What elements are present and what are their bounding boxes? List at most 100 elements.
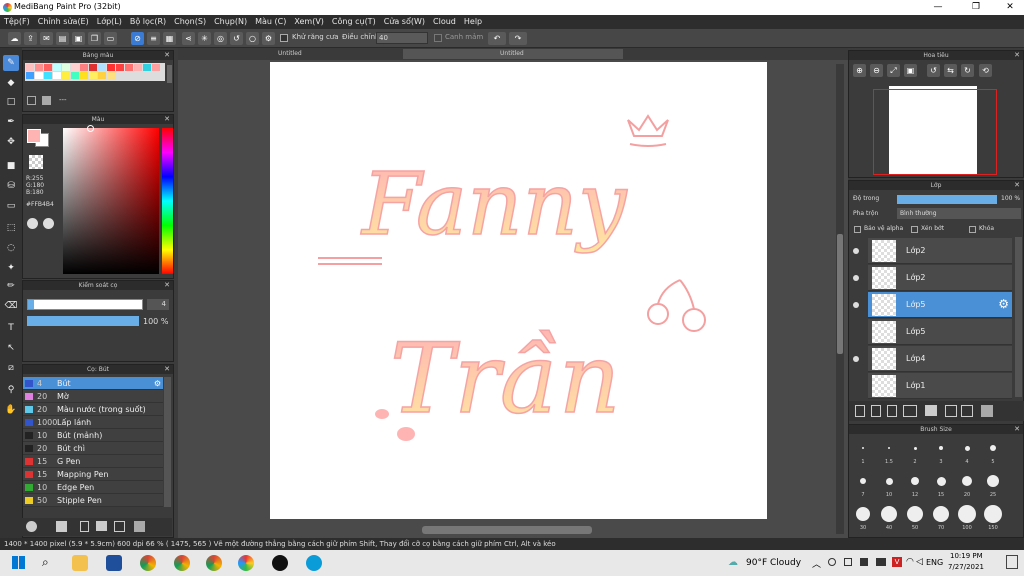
- new-halftone-layer-icon[interactable]: [871, 405, 881, 417]
- brush-size-slider[interactable]: [27, 299, 143, 310]
- clipping-checkbox[interactable]: [911, 226, 918, 233]
- layer-item[interactable]: Lớp4: [853, 346, 1012, 372]
- text-tool-icon[interactable]: T: [3, 320, 19, 336]
- layer-item[interactable]: Lớp5: [868, 319, 1012, 345]
- actual-size-icon[interactable]: ▣: [904, 64, 917, 77]
- brush-folder-icon[interactable]: [96, 521, 107, 531]
- palette-swatch[interactable]: [116, 64, 124, 71]
- minimize-button[interactable]: —: [926, 1, 950, 14]
- brush-copy-icon[interactable]: [114, 521, 125, 532]
- vertical-scrollbar-track[interactable]: [836, 64, 844, 534]
- rotate-left-icon[interactable]: ↺: [927, 64, 940, 77]
- layer-item[interactable]: Lớp2: [853, 265, 1012, 291]
- palette-swatch[interactable]: [107, 72, 115, 79]
- brush-item[interactable]: 15 Mapping Pen: [23, 468, 163, 481]
- palette-swatch[interactable]: [80, 64, 88, 71]
- magic-wand-tool-icon[interactable]: ✦: [3, 260, 19, 276]
- medibang-icon[interactable]: [238, 555, 254, 571]
- palette-swatch[interactable]: [98, 72, 106, 79]
- brush-size-preset[interactable]: [964, 445, 970, 451]
- weather-icon[interactable]: ☁: [728, 557, 738, 568]
- lock-checkbox[interactable]: [969, 226, 976, 233]
- menu-cloud[interactable]: Cloud: [429, 15, 460, 29]
- frame-icon[interactable]: ▭: [104, 32, 117, 45]
- add-brush-icon[interactable]: [26, 521, 37, 532]
- tiktok-icon[interactable]: [272, 555, 288, 571]
- brush-item[interactable]: 15 G Pen: [23, 455, 163, 468]
- palette-swatch[interactable]: [44, 72, 52, 79]
- new-folder-icon[interactable]: [925, 405, 937, 416]
- dell-app-icon[interactable]: [106, 555, 122, 571]
- hue-slider[interactable]: [162, 128, 173, 274]
- copy-icon[interactable]: ❐: [88, 32, 101, 45]
- layer-item[interactable]: Lớp2: [853, 238, 1012, 264]
- panel-close-icon[interactable]: ✕: [1014, 425, 1020, 434]
- antialias-checkbox[interactable]: [280, 34, 288, 42]
- clock-time[interactable]: 10:19 PM: [950, 552, 983, 560]
- grid-snap-icon[interactable]: ▦: [163, 32, 176, 45]
- wifi-icon[interactable]: ◠: [906, 557, 914, 567]
- palette-swatch[interactable]: [62, 64, 70, 71]
- palette-swatch[interactable]: [44, 64, 52, 71]
- layer-opacity-slider[interactable]: [897, 195, 997, 204]
- brush-size-preset[interactable]: [881, 506, 897, 522]
- brush-size-preset[interactable]: [911, 477, 919, 485]
- brush-item[interactable]: 20 Bút chì: [23, 442, 163, 455]
- reset-view-icon[interactable]: ⟲: [979, 64, 992, 77]
- duplicate-layer-icon[interactable]: [945, 405, 957, 417]
- volume-icon[interactable]: ◁: [916, 557, 923, 567]
- notifications-icon[interactable]: [1006, 555, 1018, 569]
- radial-snap-icon[interactable]: ✳: [198, 32, 211, 45]
- dot-tool-icon[interactable]: □: [3, 94, 19, 110]
- layer-item[interactable]: Lớp1: [868, 373, 1012, 399]
- palette-scrollbar[interactable]: [167, 65, 172, 83]
- brush-size-preset[interactable]: [856, 507, 870, 521]
- brush-size-preset[interactable]: [913, 446, 917, 450]
- share-icon[interactable]: ⇪: [24, 32, 37, 45]
- brush-item[interactable]: 1000 Lấp lánh: [23, 416, 163, 429]
- palette-swatch[interactable]: [80, 72, 88, 79]
- brush-size-preset[interactable]: [862, 447, 864, 449]
- brush-doc-icon[interactable]: [80, 521, 89, 532]
- brush-size-preset[interactable]: [888, 447, 890, 449]
- windows-start-icon[interactable]: [12, 556, 25, 569]
- palette-swatch[interactable]: [53, 64, 61, 71]
- fit-icon[interactable]: ⤢: [887, 64, 900, 77]
- brush-size-preset[interactable]: [958, 505, 976, 523]
- document-tab[interactable]: Untitled: [500, 49, 524, 59]
- weather-text[interactable]: 90°F Cloudy: [746, 558, 801, 568]
- smooth-checkbox[interactable]: [434, 34, 442, 42]
- brush-item[interactable]: 10 Bút (mảnh): [23, 429, 163, 442]
- brush-item[interactable]: 20 Mờ: [23, 390, 163, 403]
- cloud-icon[interactable]: ☁: [8, 32, 21, 45]
- curve-snap-icon[interactable]: ↺: [230, 32, 243, 45]
- brush-size-preset[interactable]: [860, 478, 866, 484]
- ellipse-snap-icon[interactable]: ○: [246, 32, 259, 45]
- brush-item[interactable]: 50 Stipple Pen: [23, 494, 163, 507]
- move-tool-icon[interactable]: ✥: [3, 134, 19, 150]
- document-tab[interactable]: Untitled: [278, 49, 302, 59]
- zoom-in-icon[interactable]: ⊕: [853, 64, 866, 77]
- tray-app-icon[interactable]: [860, 558, 868, 566]
- skype-icon[interactable]: [306, 555, 322, 571]
- new-palette-icon[interactable]: [27, 96, 36, 105]
- maximize-button[interactable]: ❐: [964, 1, 988, 14]
- color-picker-cursor[interactable]: [87, 125, 94, 132]
- eyedropper-tool-icon[interactable]: ⚲: [3, 382, 19, 398]
- panel-close-icon[interactable]: ✕: [164, 51, 170, 60]
- palette-swatches[interactable]: [25, 63, 165, 81]
- language-indicator[interactable]: ENG: [926, 558, 943, 567]
- lasso-tool-icon[interactable]: ◌: [3, 240, 19, 256]
- flip-icon[interactable]: ⇆: [944, 64, 957, 77]
- merge-layer-icon[interactable]: [961, 405, 973, 417]
- palette-swatch[interactable]: [35, 64, 43, 71]
- menu-snap[interactable]: Chụp(N): [210, 15, 251, 29]
- drawing-canvas[interactable]: Fanny Trần: [270, 62, 767, 519]
- brush-opacity-slider[interactable]: [27, 316, 139, 326]
- brush-tool-icon[interactable]: ✎: [3, 55, 19, 71]
- antivirus-icon[interactable]: V: [892, 557, 902, 567]
- panel-icon[interactable]: ▤: [56, 32, 69, 45]
- palette-swatch[interactable]: [89, 64, 97, 71]
- brush-settings-icon[interactable]: ⚙: [154, 377, 161, 390]
- snap-off-icon[interactable]: ⊘: [131, 32, 144, 45]
